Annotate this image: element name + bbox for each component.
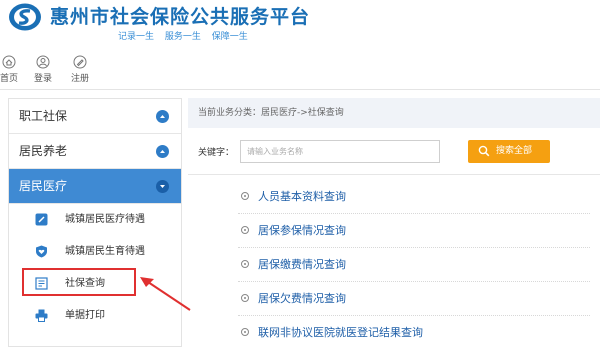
query-link-label: 居保参保情况查询 (258, 224, 346, 237)
slogan: 记录一生 服务一生 保障一生 (118, 29, 256, 42)
nav-register-label: 注册 (70, 74, 89, 84)
sidebar-section-resident-medical[interactable]: 居民医疗 (9, 169, 181, 204)
query-link-label: 联网非协议医院就医登记结果查询 (258, 326, 423, 339)
nav-home[interactable]: 首页 (0, 55, 26, 84)
shield-heart-icon (36, 245, 47, 258)
sidebar-section-label: 居民医疗 (19, 179, 68, 193)
sidebar-item-maternity-benefits[interactable]: 城镇居民生育待遇 (9, 236, 181, 268)
sidebar-item-medical-benefits[interactable]: 城镇居民医疗待遇 (9, 204, 181, 236)
bullet-icon (241, 294, 249, 302)
bullet-icon (241, 226, 249, 234)
sidebar-section-resident-pension[interactable]: 居民养老 (9, 134, 181, 169)
top-nav: 首页 登录 注册 (0, 52, 600, 90)
query-link-nonprotocol-hospital[interactable]: 联网非协议医院就医登记结果查询 (238, 316, 590, 347)
keyword-label: 关键字： (198, 148, 235, 158)
search-all-label: 搜索全部 (496, 146, 533, 156)
chevron-down-icon (156, 180, 169, 193)
search-all-button[interactable]: 搜索全部 (468, 140, 550, 163)
slogan-item: 记录一生 (118, 32, 155, 42)
divider (188, 174, 600, 175)
sidebar-item-label: 城镇居民生育待遇 (65, 246, 145, 257)
sidebar-section-employee-insurance[interactable]: 职工社保 (9, 99, 181, 134)
social-security-logo-icon (9, 3, 41, 31)
sidebar-item-label: 城镇居民医疗待遇 (65, 214, 145, 225)
sidebar-section-label: 职工社保 (19, 109, 68, 123)
main-panel: 当前业务分类：居民医疗->社保查询 关键字： 请输入业务名称 搜索全部 人员基本… (188, 98, 600, 347)
search-row: 关键字： 请输入业务名称 搜索全部 (188, 140, 600, 164)
medical-card-icon (35, 213, 48, 226)
search-icon (478, 145, 490, 157)
query-link-label: 人员基本资料查询 (258, 190, 346, 203)
query-list: 人员基本资料查询 居保参保情况查询 居保缴费情况查询 居保欠费情况查询 联网非协… (188, 180, 600, 347)
nav-login-label: 登录 (33, 74, 52, 84)
bullet-icon (241, 328, 249, 336)
header: 惠州市社会保险公共服务平台 记录一生 服务一生 保障一生 (0, 0, 600, 52)
nav-home-label: 首页 (0, 74, 18, 84)
query-link-label: 居保欠费情况查询 (258, 292, 346, 305)
chevron-up-icon (156, 110, 169, 123)
nav-login[interactable]: 登录 (26, 55, 60, 84)
bullet-icon (241, 192, 249, 200)
highlight-box (22, 268, 136, 296)
home-icon (2, 55, 16, 69)
query-link-label: 居保缴费情况查询 (258, 258, 346, 271)
breadcrumb: 当前业务分类：居民医疗->社保查询 (188, 98, 600, 128)
chevron-up-icon (156, 145, 169, 158)
site-title: 惠州市社会保险公共服务平台 (50, 6, 311, 28)
query-link-payment-status[interactable]: 居保缴费情况查询 (238, 248, 590, 282)
slogan-item: 保障一生 (211, 32, 248, 42)
slogan-item: 服务一生 (164, 32, 201, 42)
query-link-arrears-status[interactable]: 居保欠费情况查询 (238, 282, 590, 316)
sidebar-item-label: 单据打印 (65, 310, 105, 321)
nav-register[interactable]: 注册 (63, 55, 97, 84)
printer-icon (35, 309, 48, 322)
sidebar-section-label: 居民养老 (19, 144, 68, 158)
query-link-personal-info[interactable]: 人员基本资料查询 (238, 180, 590, 214)
bullet-icon (241, 260, 249, 268)
user-icon (36, 55, 50, 69)
edit-icon (73, 55, 87, 69)
red-arrow-annotation (140, 277, 191, 311)
search-input[interactable]: 请输入业务名称 (240, 140, 440, 163)
query-link-enrollment-status[interactable]: 居保参保情况查询 (238, 214, 590, 248)
